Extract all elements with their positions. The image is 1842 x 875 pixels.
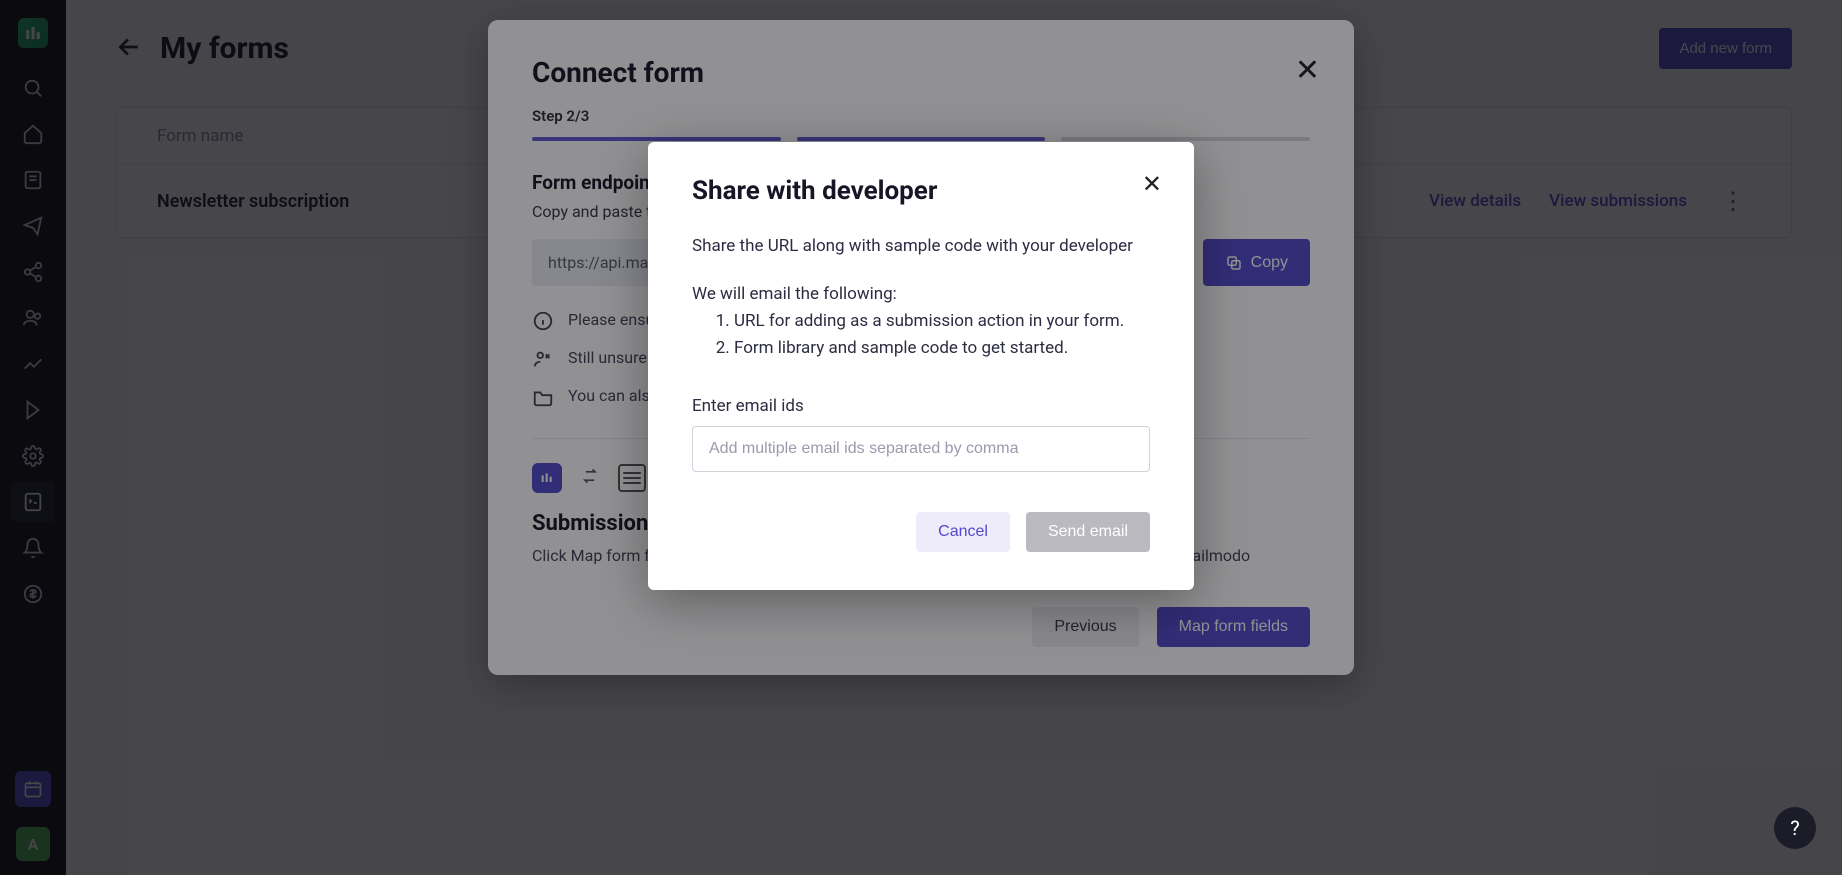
share-list: URL for adding as a submission action in… — [734, 308, 1150, 362]
send-email-button[interactable]: Send email — [1026, 512, 1150, 552]
help-fab[interactable]: ? — [1774, 807, 1816, 849]
email-field-label: Enter email ids — [692, 396, 1150, 416]
cancel-button[interactable]: Cancel — [916, 512, 1010, 552]
list-item: Form library and sample code to get star… — [734, 335, 1150, 362]
share-desc2: We will email the following: — [692, 284, 1150, 304]
list-item: URL for adding as a submission action in… — [734, 308, 1150, 335]
email-ids-input[interactable] — [692, 426, 1150, 472]
share-desc: Share the URL along with sample code wit… — [692, 234, 1150, 260]
share-modal-title: Share with developer — [692, 176, 1150, 206]
share-developer-modal: Share with developer ✕ Share the URL alo… — [648, 142, 1194, 590]
close-icon[interactable]: ✕ — [1142, 172, 1162, 196]
